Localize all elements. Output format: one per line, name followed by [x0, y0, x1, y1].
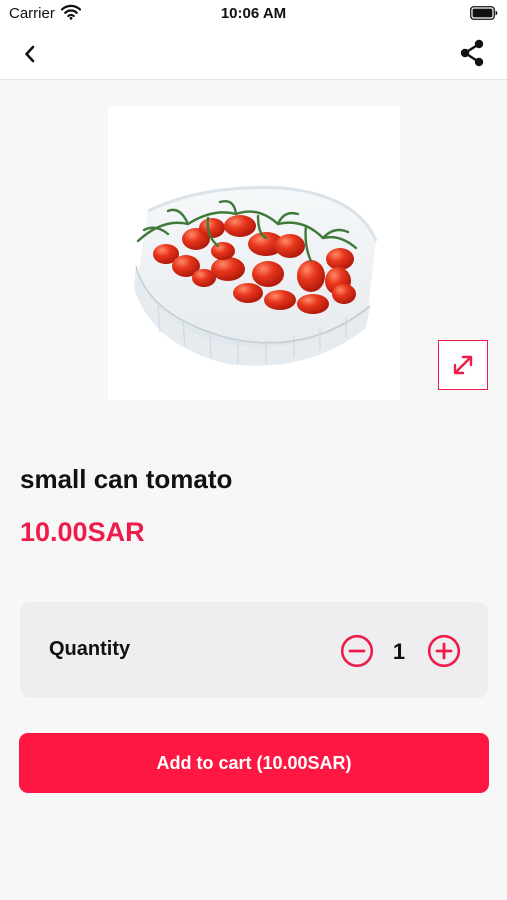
- product-image[interactable]: [108, 106, 400, 400]
- plus-circle-icon: [427, 634, 461, 668]
- product-title: small can tomato: [20, 464, 233, 494]
- increase-quantity-button[interactable]: [427, 634, 461, 668]
- expand-image-button[interactable]: [438, 340, 488, 390]
- share-button[interactable]: [457, 38, 487, 68]
- status-bar: Carrier 10:06 AM: [0, 0, 507, 28]
- quantity-value: 1: [392, 639, 406, 664]
- decrease-quantity-button[interactable]: [340, 634, 374, 668]
- minus-circle-icon: [340, 634, 374, 668]
- add-to-cart-button[interactable]: Add to cart (10.00SAR): [19, 733, 489, 793]
- quantity-label: Quantity: [49, 638, 131, 660]
- product-price: 10.00SAR: [20, 517, 145, 547]
- share-icon: [460, 39, 484, 67]
- status-time: 10:06 AM: [220, 5, 287, 22]
- quantity-card: Quantity 1: [20, 602, 488, 698]
- battery-icon: [470, 6, 498, 25]
- chevron-left-icon: [25, 45, 35, 63]
- nav-bar: [0, 28, 507, 80]
- expand-icon: [453, 355, 473, 375]
- back-button[interactable]: [16, 40, 44, 68]
